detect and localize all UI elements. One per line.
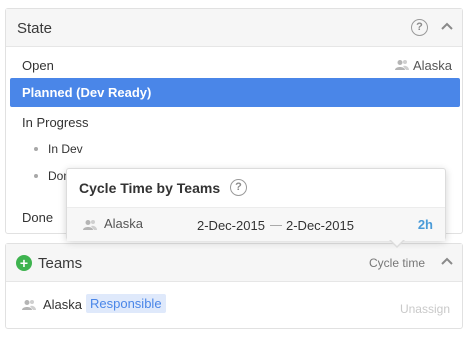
add-team-icon[interactable]: +	[16, 255, 32, 271]
cycle-time-link[interactable]: Cycle time	[369, 256, 425, 270]
role-badge[interactable]: Responsible	[86, 294, 166, 313]
team-icon	[83, 218, 97, 230]
state-item-planned[interactable]: Planned (Dev Ready)	[10, 78, 460, 107]
unassign-button[interactable]: Unassign	[400, 302, 450, 316]
teams-panel: + Teams Cycle time Alaska Responsible Un…	[5, 243, 463, 329]
state-subitem-in-dev[interactable]: In Dev	[6, 135, 462, 163]
cycle-time-row: Alaska 2-Dec-2015 2-Dec-2015 2h	[67, 207, 445, 241]
team-name[interactable]: Alaska	[43, 297, 82, 312]
state-item-in-progress[interactable]: In Progress	[6, 108, 462, 136]
state-panel-header: State ?	[6, 9, 462, 47]
help-icon[interactable]: ?	[230, 179, 247, 196]
state-panel-title: State	[17, 20, 53, 37]
bullet-icon	[34, 147, 38, 151]
teams-panel-header: + Teams Cycle time	[6, 244, 462, 282]
state-item-open[interactable]: Open Alaska	[6, 51, 462, 79]
team-icon	[394, 59, 409, 71]
chevron-up-icon[interactable]	[440, 20, 454, 34]
bullet-icon	[34, 174, 38, 178]
popup-team-name: Alaska	[104, 216, 144, 231]
start-date: 2-Dec-2015	[197, 218, 265, 233]
cycle-time-popup: Cycle Time by Teams ? Alaska 2-Dec-2015 …	[66, 168, 446, 248]
state-team-name: Alaska	[412, 58, 452, 73]
popup-pointer	[389, 239, 405, 248]
state-team: Alaska	[394, 58, 452, 73]
teams-panel-title: Teams	[38, 255, 83, 272]
state-item-label: In Progress	[22, 115, 89, 130]
date-separator	[270, 225, 282, 226]
state-item-label: Done	[22, 210, 54, 225]
end-date: 2-Dec-2015	[286, 218, 354, 233]
chevron-up-icon[interactable]	[440, 255, 454, 269]
popup-title: Cycle Time by Teams	[79, 180, 221, 196]
team-icon	[22, 299, 36, 311]
help-icon[interactable]: ?	[411, 19, 428, 36]
cycle-duration: 2h	[417, 217, 433, 232]
team-assignment-row: Alaska Responsible Unassign	[6, 294, 462, 316]
state-item-label: Open	[22, 58, 54, 73]
state-item-label: Planned (Dev Ready)	[22, 85, 152, 100]
state-item-label: In Dev	[48, 142, 83, 156]
